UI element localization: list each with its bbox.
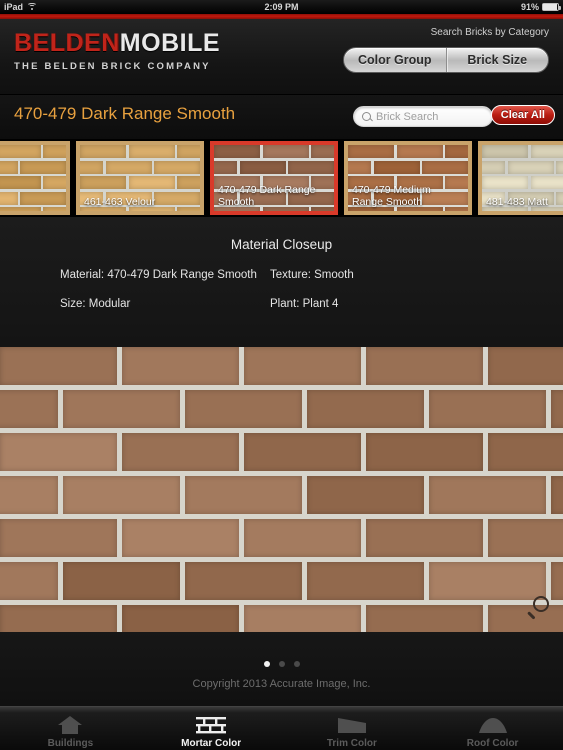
logo-mobile-text: MOBILE xyxy=(120,29,220,57)
spec-texture: Texture: Smooth xyxy=(270,269,563,281)
page-dot[interactable] xyxy=(294,661,300,667)
closeup-heading: Material Closeup xyxy=(0,217,563,252)
search-input[interactable] xyxy=(376,111,484,123)
spec-texture-label: Texture: xyxy=(270,269,311,281)
status-clock: 2:09 PM xyxy=(0,2,563,12)
thumbnail-brick-texture xyxy=(0,145,66,211)
segment-color-group[interactable]: Color Group xyxy=(344,48,446,72)
clear-all-button[interactable]: Clear All xyxy=(491,105,555,125)
tab-trim-color-label: Trim Color xyxy=(327,738,377,749)
spec-material: Material: 470-479 Dark Range Smooth xyxy=(60,269,270,281)
battery-icon xyxy=(542,3,559,11)
copyright-text: Copyright 2013 Accurate Image, Inc. xyxy=(0,678,563,690)
brick-thumbnail[interactable]: 481-483 Matt xyxy=(478,141,563,215)
brick-thumbnail-strip[interactable]: 461-463 Velour 470-479 Dark Range Smooth 4… xyxy=(0,139,563,217)
material-spec-list: Material: 470-479 Dark Range Smooth Text… xyxy=(0,269,563,310)
spec-plant-label: Plant: xyxy=(270,298,299,310)
spec-plant: Plant: Plant 4 xyxy=(270,298,563,310)
thumbnail-label: 470-479 Dark Range Smooth xyxy=(218,185,330,208)
spec-material-label: Material: xyxy=(60,269,104,281)
app-root: iPad 2:09 PM 91% BELDENMOBILE THE BELDEN… xyxy=(0,0,563,750)
spec-plant-value: Plant 4 xyxy=(303,298,339,310)
brick-thumbnail[interactable]: 470-479 Medium Range Smooth xyxy=(344,141,472,215)
house-icon xyxy=(57,714,83,736)
tab-roof-color[interactable]: Roof Color xyxy=(422,707,563,750)
thumbnail-label: 470-479 Medium Range Smooth xyxy=(352,185,464,208)
brick-thumbnail[interactable] xyxy=(0,141,70,215)
page-indicator-dots[interactable] xyxy=(0,632,563,667)
spec-material-value: 470-479 Dark Range Smooth xyxy=(107,269,257,281)
material-closeup-panel: Material Closeup Material: 470-479 Dark … xyxy=(0,217,563,347)
belden-logo: BELDENMOBILE THE BELDEN BRICK COMPANY xyxy=(14,31,220,72)
brick-thumbnail[interactable]: 461-463 Velour xyxy=(76,141,204,215)
brick-thumbnail[interactable]: 470-479 Dark Range Smooth xyxy=(210,141,338,215)
tab-mortar-color[interactable]: Mortar Color xyxy=(141,707,282,750)
search-icon xyxy=(362,112,371,121)
brick-wall-icon xyxy=(196,714,226,736)
spec-texture-value: Smooth xyxy=(314,269,354,281)
spec-size: Size: Modular xyxy=(60,298,270,310)
logo-wordmark: BELDENMOBILE xyxy=(14,31,220,56)
brick-closeup-image[interactable] xyxy=(0,347,563,632)
thumbnail-label: 481-483 Matt xyxy=(486,197,563,209)
page-dot[interactable] xyxy=(264,661,270,667)
tab-roof-color-label: Roof Color xyxy=(467,738,519,749)
category-segmented-control[interactable]: Color Group Brick Size xyxy=(343,47,549,73)
brick-search-field[interactable] xyxy=(353,106,493,127)
thumbnail-label: 461-463 Velour xyxy=(84,197,196,209)
brick-pattern xyxy=(0,347,563,632)
tab-mortar-color-label: Mortar Color xyxy=(181,738,241,749)
spec-size-label: Size: xyxy=(60,298,86,310)
title-row: 470-479 Dark Range Smooth Clear All xyxy=(0,95,563,139)
segment-brick-size[interactable]: Brick Size xyxy=(446,48,549,72)
roof-icon xyxy=(478,714,508,736)
logo-belden-text: BELDEN xyxy=(14,29,120,57)
logo-tagline: THE BELDEN BRICK COMPANY xyxy=(14,61,220,72)
bottom-tab-bar[interactable]: Buildings Mortar Color Trim Color Roof C… xyxy=(0,706,563,750)
tab-buildings[interactable]: Buildings xyxy=(0,707,141,750)
tab-buildings-label: Buildings xyxy=(48,738,94,749)
page-footer: Copyright 2013 Accurate Image, Inc. xyxy=(0,632,563,706)
spec-size-value: Modular xyxy=(89,298,131,310)
app-header: BELDENMOBILE THE BELDEN BRICK COMPANY Se… xyxy=(0,19,563,95)
ios-status-bar: iPad 2:09 PM 91% xyxy=(0,0,563,14)
magnifier-icon[interactable] xyxy=(527,596,549,618)
page-title: 470-479 Dark Range Smooth xyxy=(14,104,235,124)
category-search-label: Search Bricks by Category xyxy=(431,27,549,38)
brick-pattern xyxy=(0,145,66,211)
tab-trim-color[interactable]: Trim Color xyxy=(282,707,423,750)
page-dot[interactable] xyxy=(279,661,285,667)
trim-icon xyxy=(337,714,367,736)
